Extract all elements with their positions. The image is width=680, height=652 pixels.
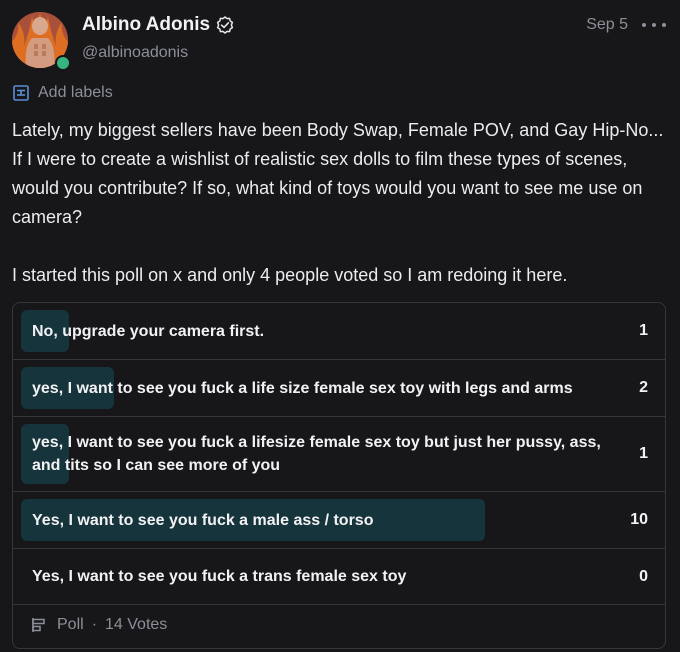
- poll-option-label: yes, I want to see you fuck a lifesize f…: [32, 434, 601, 474]
- poll-footer-label: Poll: [57, 616, 84, 633]
- post-body-line: would you contribute? If so, what kind o…: [12, 178, 643, 198]
- author-handle[interactable]: @albinoadonis: [82, 44, 188, 62]
- post-body: Lately, my biggest sellers have been Bod…: [12, 116, 668, 290]
- label-icon: [13, 85, 29, 101]
- add-labels-button[interactable]: Add labels: [12, 84, 113, 102]
- poll-option-votes: 10: [630, 511, 648, 528]
- online-status-dot: [55, 55, 71, 71]
- poll-option[interactable]: Yes, I want to see you fuck a trans fema…: [13, 549, 665, 605]
- poll-option-votes: 1: [639, 322, 648, 339]
- poll-option[interactable]: yes, I want to see you fuck a life size …: [13, 360, 665, 417]
- poll-footer: Poll · 14 Votes: [13, 602, 665, 648]
- post-body-line: camera?: [12, 207, 83, 227]
- poll-option-label: yes, I want to see you fuck a life size …: [32, 379, 573, 397]
- poll-option-label: No, upgrade your camera first.: [32, 322, 265, 340]
- post-card: Albino Adonis @albinoadonis Sep 5 Add la…: [0, 0, 680, 652]
- poll-icon: [32, 618, 45, 632]
- post-body-line: I started this poll on x and only 4 peop…: [12, 265, 568, 285]
- post-body-spacer: [12, 232, 668, 261]
- poll-option[interactable]: yes, I want to see you fuck a lifesize f…: [13, 417, 665, 492]
- poll-option[interactable]: Yes, I want to see you fuck a male ass /…: [13, 492, 665, 549]
- poll-option-votes: 2: [639, 379, 648, 396]
- more-horizontal-icon[interactable]: [642, 14, 666, 36]
- post-date[interactable]: Sep 5: [586, 16, 628, 34]
- add-labels-label: Add labels: [38, 84, 113, 101]
- poll: No, upgrade your camera first. 1 yes, I …: [12, 302, 666, 649]
- post-body-line: Lately, my biggest sellers have been Bod…: [12, 120, 664, 140]
- poll-option-votes: 1: [639, 445, 648, 462]
- author-display-name[interactable]: Albino Adonis: [82, 14, 210, 36]
- author-name-row: Albino Adonis: [82, 14, 234, 36]
- poll-total-votes: 14 Votes: [105, 616, 168, 633]
- poll-footer-separator: ·: [91, 616, 98, 633]
- poll-option-label: Yes, I want to see you fuck a trans fema…: [32, 568, 407, 585]
- poll-option[interactable]: No, upgrade your camera first. 1: [13, 303, 665, 360]
- poll-option-label: Yes, I want to see you fuck a male ass /…: [32, 511, 374, 529]
- poll-option-votes: 0: [639, 567, 648, 585]
- post-body-line: If I were to create a wishlist of realis…: [12, 149, 628, 169]
- verified-badge-icon: [216, 16, 234, 34]
